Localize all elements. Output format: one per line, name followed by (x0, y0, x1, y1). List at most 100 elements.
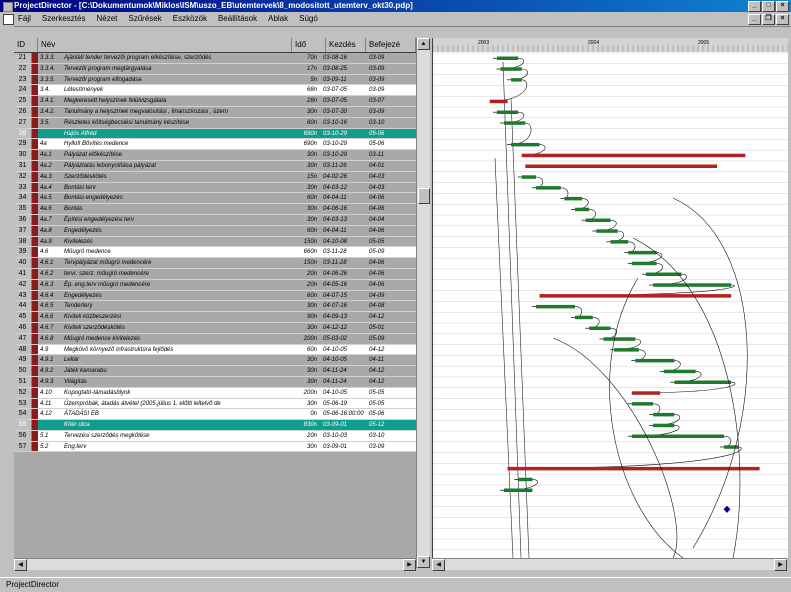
row-number[interactable]: 57 (14, 441, 32, 452)
task-code[interactable]: 3.4. (38, 85, 62, 95)
task-name[interactable]: ÁTADÁSI EB (62, 409, 286, 419)
task-code[interactable]: 3.3.3. (38, 53, 62, 63)
task-start[interactable]: 04-06-26 (320, 269, 366, 279)
table-row[interactable]: 28 Hajós Alfréd 690n 03-10-29 05-06 (14, 128, 416, 140)
table-row[interactable]: 56 5.1 Tervezési szerződés megkötése 20n 03-… (14, 430, 416, 442)
table-row[interactable]: 53 4.11 Üzempróbák, átadás átvétel (2005.j… (14, 398, 416, 410)
task-end[interactable]: 03-09 (366, 107, 416, 117)
table-row[interactable]: 41 4.6.2 tervr. szerz. műugró medencére 20n… (14, 268, 416, 280)
task-name[interactable]: Szerződéskötés (62, 172, 286, 182)
table-row[interactable]: 34 4a.5 Bontási engedélyezés 60n 04-04-11 04-… (14, 193, 416, 205)
task-start[interactable]: 03-09-01 (320, 442, 366, 452)
task-name[interactable]: Bontási terv (62, 183, 286, 193)
task-code[interactable]: 4.6.1 (38, 258, 62, 268)
task-code[interactable]: 4a.5 (38, 193, 62, 203)
col-end-header[interactable]: Befejezé (366, 38, 416, 52)
task-code[interactable]: 4.12 (38, 409, 62, 419)
task-name[interactable]: Játék kamarabu (62, 366, 286, 376)
table-row[interactable]: 51 4.9.3 Világítás 30n 04-11-24 04-12 (14, 376, 416, 388)
menu-item-7[interactable]: Súgó (299, 14, 318, 23)
row-number[interactable]: 22 (14, 63, 32, 74)
task-start[interactable]: 03-10-29 (320, 139, 366, 149)
task-duration[interactable]: 30n (286, 107, 320, 117)
task-name[interactable]: Világítás (62, 377, 286, 387)
task-end[interactable]: 04-06 (366, 226, 416, 236)
task-end[interactable]: 04-06 (366, 280, 416, 290)
row-number[interactable]: 23 (14, 74, 32, 85)
task-start[interactable]: 04-11-24 (320, 366, 366, 376)
row-number[interactable]: 37 (14, 225, 32, 236)
task-name[interactable]: Kivitelezés (62, 237, 286, 247)
row-number[interactable]: 31 (14, 160, 32, 171)
task-code[interactable] (38, 420, 62, 430)
task-code[interactable]: 4.6.4 (38, 291, 62, 301)
task-end[interactable]: 03-07 (366, 96, 416, 106)
table-row[interactable]: 43 4.6.4 Engedélyezés 60n 04-07-15 04-09 (14, 290, 416, 302)
task-code[interactable]: 4.10 (38, 388, 62, 398)
task-duration[interactable]: 5n (286, 75, 320, 85)
task-end[interactable]: 05-12 (366, 420, 416, 430)
gantt-scroll-left-button[interactable]: ◀ (432, 559, 445, 571)
task-code[interactable]: 4.6.8 (38, 334, 62, 344)
scroll-left-button[interactable]: ◀ (14, 559, 27, 571)
task-name[interactable]: Tanulmány a helyszínek megvalósítási , f… (62, 107, 286, 117)
task-start[interactable]: 04-11-24 (320, 377, 366, 387)
task-start[interactable]: 03-08-25 (320, 64, 366, 74)
task-duration[interactable]: 150n (286, 237, 320, 247)
task-duration[interactable]: 30n (286, 161, 320, 171)
task-start[interactable]: 03-07-05 (320, 96, 366, 106)
task-duration[interactable]: 90n (286, 312, 320, 322)
task-start[interactable]: 04-10-08 (320, 237, 366, 247)
task-end[interactable]: 04-09 (366, 291, 416, 301)
row-number[interactable]: 29 (14, 139, 32, 150)
task-end[interactable]: 03-09 (366, 64, 416, 74)
row-number[interactable]: 24 (14, 85, 32, 96)
scroll-thumb[interactable] (418, 188, 430, 204)
task-duration[interactable]: 660n (286, 247, 320, 257)
task-duration[interactable]: 60n (286, 193, 320, 203)
task-end[interactable]: 05-06 (366, 139, 416, 149)
task-code[interactable]: 4a.3 (38, 172, 62, 182)
row-number[interactable]: 44 (14, 301, 32, 312)
task-end[interactable]: 05-05 (366, 237, 416, 247)
table-row[interactable]: 54 4.12 ÁTADÁSI EB 0n 05-06-16:00:00 05-06 (14, 409, 416, 421)
task-start[interactable]: 03-11-26 (320, 161, 366, 171)
table-row[interactable]: 29 4a Hyllofi Bővítés medence 690n 03-10-29 0… (14, 139, 416, 151)
task-name[interactable]: Kiviteli szerződéskötés (62, 323, 286, 333)
table-row[interactable]: 37 4a.8 Engedélyezés 60n 04-04-11 04-06 (14, 225, 416, 237)
task-duration[interactable]: 60n (286, 291, 320, 301)
task-start[interactable]: 04-05-16 (320, 280, 366, 290)
row-number[interactable]: 36 (14, 214, 32, 225)
task-end[interactable]: 05-06 (366, 129, 416, 139)
task-name[interactable]: Tervezői program megtárgyalása (62, 64, 286, 74)
task-name[interactable]: Engedélyezés (62, 226, 286, 236)
task-start[interactable]: 04-04-11 (320, 226, 366, 236)
row-number[interactable]: 53 (14, 398, 32, 409)
table-row[interactable]: 45 4.6.6 Kiviteli közbeszerzési 90n 04-09-13… (14, 312, 416, 323)
table-row[interactable]: 40 4.6.1 Tervpályázat műugró medencére 150n… (14, 258, 416, 269)
task-code[interactable]: 4a (38, 139, 62, 149)
row-number[interactable]: 52 (14, 387, 32, 398)
task-code[interactable]: 4.6.5 (38, 301, 62, 311)
table-row[interactable]: 33 4a.4 Bontási terv 30n 04-03-12 04-03 (14, 182, 416, 194)
task-end[interactable]: 04-12 (366, 377, 416, 387)
row-number[interactable]: 26 (14, 106, 32, 117)
row-number[interactable]: 33 (14, 182, 32, 193)
task-name[interactable]: Kiviteli közbeszerzési (62, 312, 286, 322)
task-end[interactable]: 05-05 (366, 388, 416, 398)
table-row[interactable]: 25 3.4.1. Megkeresett helyszínek felülvizs… (14, 96, 416, 107)
task-name[interactable]: tervr. szerz. műugró medencére (62, 269, 286, 279)
close-button[interactable]: × (776, 1, 789, 12)
task-start[interactable]: 04-10-05 (320, 345, 366, 355)
app-icon[interactable] (3, 2, 13, 12)
grid-horizontal-scrollbar[interactable]: ◀ ▶ (14, 558, 416, 571)
task-code[interactable]: 3.5. (38, 118, 62, 128)
task-end[interactable]: 05-09 (366, 247, 416, 257)
task-end[interactable]: 04-06 (366, 193, 416, 203)
menu-item-0[interactable]: Fájl (18, 14, 31, 23)
task-start[interactable]: 04-03-13 (320, 215, 366, 225)
table-row[interactable]: 32 4a.3 Szerződéskötés 15n 04-02-26 04-03 (14, 171, 416, 183)
task-name[interactable]: Tervpályázat műugró medencére (62, 258, 286, 268)
row-number[interactable]: 27 (14, 117, 32, 128)
task-end[interactable]: 04-06 (366, 204, 416, 214)
